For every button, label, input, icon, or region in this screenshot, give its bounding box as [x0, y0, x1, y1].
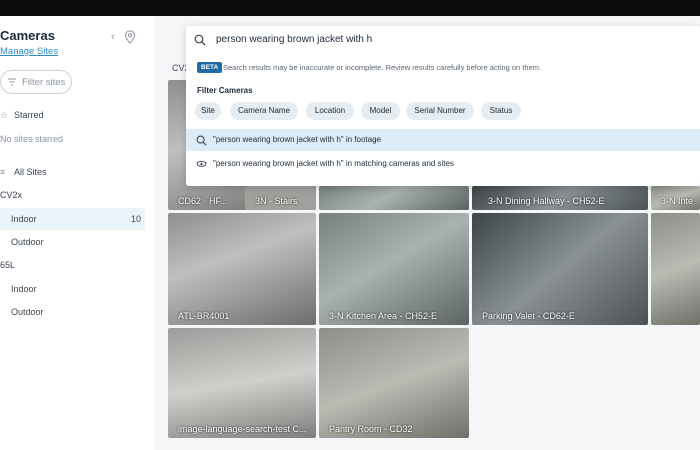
- suggestion-text: "person wearing brown jacket with h" in …: [213, 159, 454, 168]
- sidebar-item-65l-outdoor[interactable]: Outdoor: [0, 301, 145, 323]
- sidebar-title: Cameras: [0, 28, 55, 43]
- camera-caption: Parking Valet - CD62-E: [482, 311, 575, 321]
- camera-tile[interactable]: 3-N Dining Hallway - CH52-E: [472, 186, 648, 210]
- filter-chip-serial-number[interactable]: Serial Number: [406, 102, 474, 120]
- camera-caption: 3N - Stairs: [255, 196, 298, 206]
- star-icon: ☆: [0, 110, 9, 120]
- suggestion-footage[interactable]: "person wearing brown jacket with h" in …: [186, 129, 700, 151]
- filter-icon: [8, 78, 16, 86]
- camera-tile[interactable]: [319, 186, 469, 210]
- suggestion-cameras-sites[interactable]: "person wearing brown jacket with h" in …: [186, 153, 700, 175]
- starred-heading[interactable]: ☆ Starred: [0, 110, 44, 121]
- sidebar-item-label: Outdoor: [11, 237, 44, 247]
- sidebar-item-label: Indoor: [11, 214, 37, 224]
- manage-sites-link[interactable]: Manage Sites: [0, 46, 58, 57]
- camera-tile[interactable]: [651, 213, 700, 325]
- camera-caption: 3-N Inte: [661, 196, 694, 206]
- list-icon: ≡: [0, 167, 6, 177]
- filter-chip-model[interactable]: Model: [361, 102, 400, 120]
- starred-label: Starred: [14, 110, 44, 120]
- camera-caption: image-language-search-test C...: [178, 424, 307, 434]
- camera-caption: 3-N Dining Hallway - CH52-E: [488, 196, 605, 206]
- all-sites-heading[interactable]: ≡ All Sites: [0, 167, 47, 177]
- camera-tile[interactable]: Parking Valet - CD62-E: [472, 213, 648, 325]
- sidebar-item-label: Indoor: [11, 284, 37, 294]
- search-icon: [196, 135, 207, 146]
- no-starred-text: No sites starred: [0, 134, 64, 144]
- filter-chip-status[interactable]: Status: [481, 102, 521, 120]
- sidebar-item-count: 10: [130, 214, 141, 224]
- site-group-65l[interactable]: 65L: [0, 260, 15, 270]
- camera-tile[interactable]: Pantry Room - CD32: [319, 328, 469, 438]
- camera-icon: [196, 160, 207, 167]
- camera-caption: ATL-BR4001: [178, 311, 230, 321]
- search-icon: [194, 34, 206, 46]
- search-dropdown: person wearing brown jacket with h BETA …: [186, 26, 700, 186]
- filter-sites-placeholder: Filter sites: [22, 77, 66, 88]
- sidebar-item-65l-indoor[interactable]: Indoor: [0, 278, 145, 300]
- location-pin-icon[interactable]: [124, 30, 136, 44]
- filter-cameras-title: Filter Cameras: [197, 86, 253, 95]
- camera-caption: Pantry Room - CD32: [329, 424, 413, 434]
- camera-tile[interactable]: 3-N Inte: [651, 186, 700, 210]
- search-query: person wearing brown jacket with h: [216, 34, 373, 45]
- filter-sites-input[interactable]: Filter sites: [0, 70, 72, 94]
- sidebar-item-label: Outdoor: [11, 307, 44, 317]
- search-input[interactable]: person wearing brown jacket with h: [186, 26, 700, 54]
- camera-tile[interactable]: 3N - Stairs: [245, 186, 316, 210]
- sidebar-item-cv2x-indoor[interactable]: Indoor 10: [0, 208, 145, 230]
- sidebar: Cameras Manage Sites ‹ Filter sites ☆ Sta…: [0, 16, 155, 450]
- filter-chip-camera-name[interactable]: Camera Name: [230, 102, 298, 120]
- all-sites-label: All Sites: [14, 167, 47, 177]
- site-group-cv2x[interactable]: CV2x: [0, 190, 22, 200]
- beta-notice: Search results may be inaccurate or inco…: [223, 63, 542, 72]
- camera-tile[interactable]: ATL-BR4001: [168, 213, 316, 325]
- camera-caption: 3-N Kitchen Area - CH52-E: [329, 311, 438, 321]
- beta-badge: BETA: [197, 62, 223, 73]
- camera-tile[interactable]: 3-N Kitchen Area - CH52-E: [319, 213, 469, 325]
- filter-chip-site[interactable]: Site: [195, 102, 221, 120]
- sidebar-item-cv2x-outdoor[interactable]: Outdoor: [0, 231, 145, 253]
- collapse-icon[interactable]: ‹: [111, 32, 121, 43]
- filter-chip-location[interactable]: Location: [306, 102, 354, 120]
- camera-caption: CD62 · HF...: [178, 196, 228, 206]
- camera-tile[interactable]: image-language-search-test C...: [168, 328, 316, 438]
- suggestion-text: "person wearing brown jacket with h" in …: [213, 135, 381, 144]
- top-bar: [0, 0, 700, 16]
